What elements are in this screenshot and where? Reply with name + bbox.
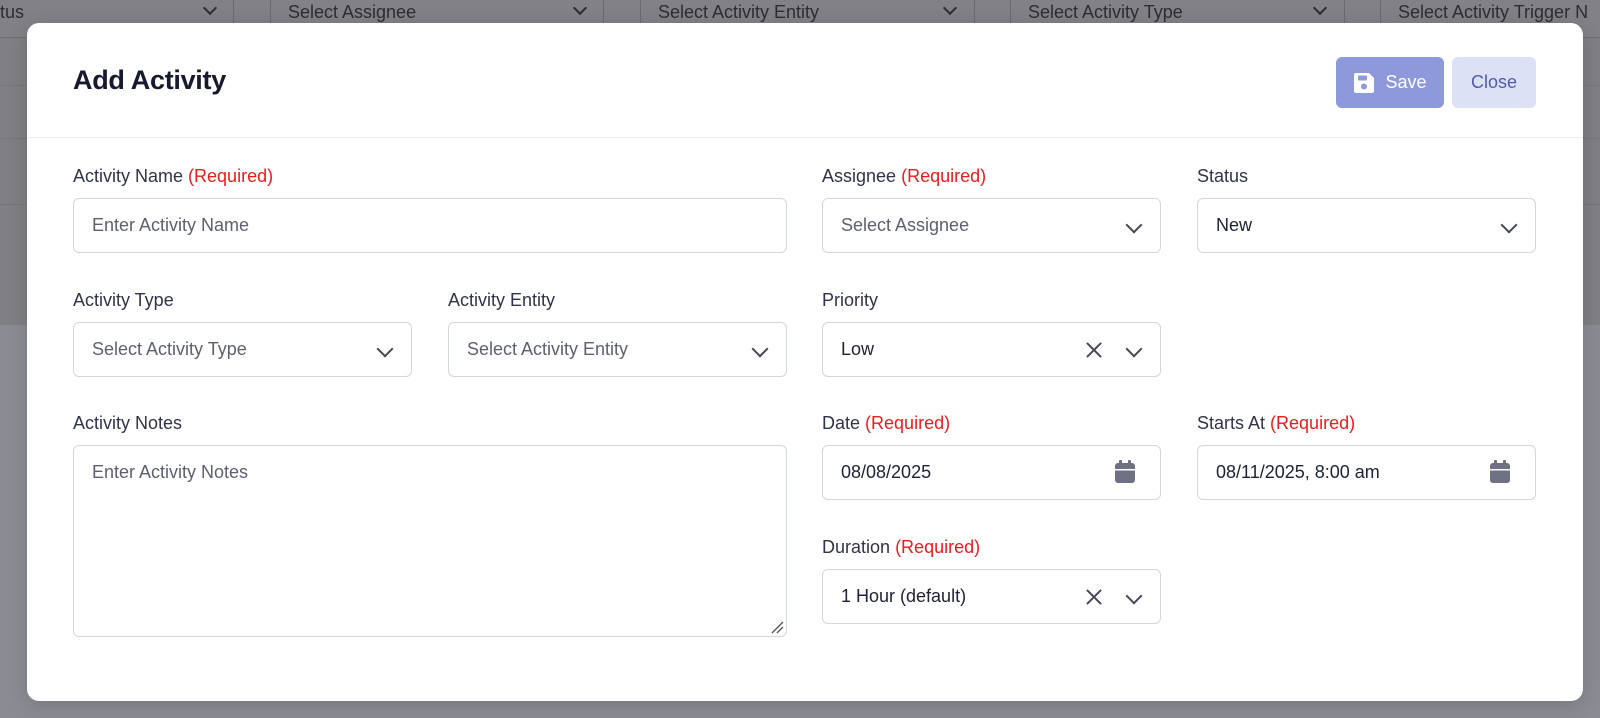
duration-value: 1 Hour (default) bbox=[841, 586, 967, 606]
activity-entity-placeholder: Select Activity Entity bbox=[467, 339, 629, 359]
activity-entity-label: Activity Entity bbox=[448, 290, 555, 311]
floppy-disk-icon bbox=[1354, 72, 1375, 93]
required-indicator: (Required) bbox=[901, 166, 987, 186]
bg-filter-status[interactable]: tus bbox=[0, 0, 228, 24]
label-text: Starts At bbox=[1197, 413, 1266, 433]
chevron-down-icon[interactable] bbox=[1125, 340, 1143, 358]
priority-select[interactable]: Low bbox=[822, 322, 1161, 377]
activity-notes-placeholder: Enter Activity Notes bbox=[92, 462, 249, 482]
duration-select[interactable]: 1 Hour (default) bbox=[822, 569, 1161, 624]
chevron-down-icon bbox=[942, 0, 958, 16]
bg-filter-label: Select Activity Entity bbox=[658, 1, 820, 22]
bg-filter-label: Select Activity Trigger N bbox=[1398, 1, 1589, 22]
divider bbox=[974, 0, 975, 24]
bg-filter-activity-type[interactable]: Select Activity Type bbox=[1028, 0, 1338, 24]
save-button[interactable]: Save bbox=[1336, 57, 1444, 108]
activity-type-label: Activity Type bbox=[73, 290, 174, 311]
divider bbox=[233, 0, 234, 24]
save-label: Save bbox=[1385, 72, 1427, 92]
chevron-down-icon[interactable] bbox=[376, 340, 394, 358]
divider bbox=[1380, 0, 1381, 24]
chevron-down-icon[interactable] bbox=[1125, 587, 1143, 605]
calendar-icon[interactable] bbox=[1489, 460, 1511, 484]
label-text: Activity Notes bbox=[73, 413, 183, 433]
required-indicator: (Required) bbox=[895, 537, 981, 557]
starts-at-value: 08/11/2025, 8:00 am bbox=[1216, 462, 1380, 482]
status-value: New bbox=[1216, 215, 1253, 235]
calendar-icon[interactable] bbox=[1114, 460, 1136, 484]
label-text: Activity Type bbox=[73, 290, 174, 310]
date-label: Date (Required) bbox=[822, 413, 950, 434]
label-text: Assignee bbox=[822, 166, 897, 186]
activity-type-placeholder: Select Activity Type bbox=[92, 339, 247, 359]
activity-notes-textarea[interactable]: Enter Activity Notes bbox=[73, 445, 787, 637]
required-indicator: (Required) bbox=[188, 166, 274, 186]
chevron-down-icon bbox=[202, 0, 218, 16]
assignee-placeholder: Select Assignee bbox=[841, 215, 970, 235]
activity-entity-select[interactable]: Select Activity Entity bbox=[448, 322, 787, 377]
modal-title: Add Activity bbox=[73, 65, 226, 95]
modal-header: Add Activity Save Close bbox=[27, 23, 1583, 138]
label-text: Date bbox=[822, 413, 861, 433]
activity-name-label: Activity Name (Required) bbox=[73, 166, 273, 187]
divider bbox=[603, 0, 604, 24]
chevron-down-icon[interactable] bbox=[1500, 216, 1518, 234]
add-activity-modal: Add Activity Save Close Activity Name (R… bbox=[27, 23, 1583, 701]
divider bbox=[1010, 0, 1011, 24]
resize-handle-icon[interactable] bbox=[770, 620, 784, 634]
starts-at-picker[interactable]: 08/11/2025, 8:00 am bbox=[1197, 445, 1536, 500]
activity-type-select[interactable]: Select Activity Type bbox=[73, 322, 412, 377]
chevron-down-icon bbox=[572, 0, 588, 16]
bg-filter-label: Select Assignee bbox=[288, 1, 417, 22]
starts-at-label: Starts At (Required) bbox=[1197, 413, 1355, 434]
chevron-down-icon[interactable] bbox=[1125, 216, 1143, 234]
chevron-down-icon[interactable] bbox=[751, 340, 769, 358]
chevron-down-icon bbox=[1312, 0, 1328, 16]
assignee-label: Assignee (Required) bbox=[822, 166, 986, 187]
close-button[interactable]: Close bbox=[1452, 57, 1536, 108]
divider bbox=[640, 0, 641, 24]
status-label: Status bbox=[1197, 166, 1248, 187]
activity-name-input[interactable] bbox=[92, 215, 786, 236]
bg-filter-assignee[interactable]: Select Assignee bbox=[288, 0, 598, 24]
label-text: Priority bbox=[822, 290, 879, 310]
activity-notes-label: Activity Notes bbox=[73, 413, 182, 434]
date-value: 08/08/2025 bbox=[841, 462, 932, 482]
priority-value: Low bbox=[841, 339, 875, 359]
label-text: Activity Entity bbox=[448, 290, 556, 310]
required-indicator: (Required) bbox=[1270, 413, 1356, 433]
bg-filter-activity-entity[interactable]: Select Activity Entity bbox=[658, 0, 968, 24]
assignee-select[interactable]: Select Assignee bbox=[822, 198, 1161, 253]
required-indicator: (Required) bbox=[865, 413, 951, 433]
label-text: Status bbox=[1197, 166, 1249, 186]
label-text: Duration bbox=[822, 537, 891, 557]
close-icon[interactable] bbox=[1084, 340, 1104, 360]
bg-filter-label: tus bbox=[0, 1, 25, 22]
divider bbox=[1344, 0, 1345, 24]
priority-label: Priority bbox=[822, 290, 878, 311]
date-picker[interactable]: 08/08/2025 bbox=[822, 445, 1161, 500]
bg-filter-label: Select Activity Type bbox=[1028, 1, 1183, 22]
close-label: Close bbox=[1470, 72, 1518, 92]
status-select[interactable]: New bbox=[1197, 198, 1536, 253]
activity-name-field[interactable] bbox=[73, 198, 787, 253]
duration-label: Duration (Required) bbox=[822, 537, 980, 558]
bg-filter-activity-trigger[interactable]: Select Activity Trigger N bbox=[1398, 0, 1600, 24]
label-text: Activity Name bbox=[73, 166, 184, 186]
divider bbox=[270, 0, 271, 24]
close-icon[interactable] bbox=[1084, 587, 1104, 607]
